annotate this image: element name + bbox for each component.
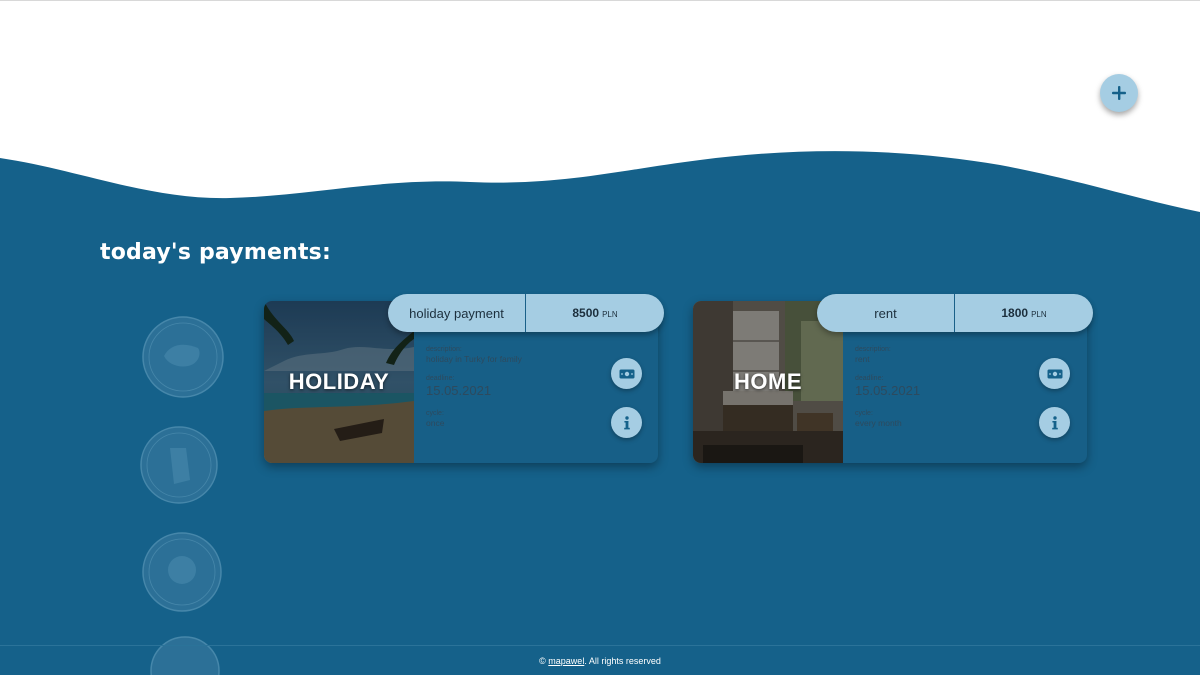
description-value: holiday in Turky for family — [426, 354, 522, 364]
card-header: holiday payment 8500 PLN — [388, 294, 664, 332]
deadline-value: 15.05.2021 — [426, 383, 492, 398]
author-link[interactable]: mapawel — [548, 656, 584, 666]
money-icon — [1047, 369, 1062, 378]
payment-amount: 8500 PLN — [526, 294, 664, 332]
footer: © mapawel. All rights reserved — [0, 656, 1200, 666]
deadline-label: deadline: — [855, 375, 884, 382]
deadline-label: deadline: — [426, 375, 455, 382]
rights-text: . All rights reserved — [584, 656, 661, 666]
description-label: description: — [426, 346, 462, 353]
deadline-value: 15.05.2021 — [855, 383, 921, 398]
payment-details: description: holiday in Turky for family… — [426, 345, 606, 438]
plus-icon — [1112, 86, 1126, 100]
payment-amount: 1800 PLN — [955, 294, 1093, 332]
money-icon — [619, 369, 634, 378]
cycle-value: every month — [855, 418, 902, 428]
coin-decoration — [142, 316, 224, 398]
cycle-value: once — [426, 418, 445, 428]
currency: PLN — [602, 309, 618, 319]
copyright-symbol: © — [539, 656, 546, 666]
description-label: description: — [855, 346, 891, 353]
description-value: rent — [855, 354, 870, 364]
add-payment-button[interactable] — [1100, 74, 1138, 112]
cycle-label: cycle: — [426, 410, 444, 417]
info-icon — [623, 415, 630, 429]
payment-name: holiday payment — [388, 294, 526, 332]
section-title: today's payments: — [100, 240, 331, 265]
payment-name: rent — [817, 294, 955, 332]
info-icon — [1051, 415, 1058, 429]
payment-card: HOLIDAY holiday payment 8500 PLN descrip… — [264, 294, 664, 463]
payment-details: description: rent deadline: 15.05.2021 c… — [855, 345, 1035, 438]
pay-button[interactable] — [611, 358, 642, 389]
footer-divider — [0, 645, 1200, 646]
amount-value: 1800 — [1001, 306, 1029, 320]
cycle-label: cycle: — [855, 410, 873, 417]
coin-decoration — [140, 426, 218, 504]
pay-button[interactable] — [1039, 358, 1070, 389]
info-button[interactable] — [1039, 407, 1070, 438]
coin-decoration — [142, 532, 222, 612]
payment-card: HOME rent 1800 PLN description: rent dea… — [693, 294, 1093, 463]
info-button[interactable] — [611, 407, 642, 438]
amount-value: 8500 — [572, 306, 600, 320]
card-header: rent 1800 PLN — [817, 294, 1093, 332]
currency: PLN — [1031, 309, 1047, 319]
